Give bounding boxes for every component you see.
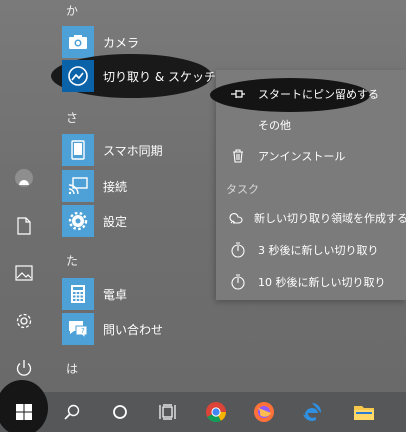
firefox-button[interactable] — [240, 392, 288, 432]
edge-icon — [303, 403, 321, 421]
start-button[interactable] — [0, 392, 48, 432]
chrome-icon — [206, 402, 227, 423]
firefox-icon — [254, 402, 274, 422]
pictures-button[interactable] — [8, 257, 40, 289]
windows-logo-icon — [16, 404, 32, 420]
trash-icon — [233, 149, 243, 163]
cortana-button[interactable] — [96, 392, 144, 432]
menu-label: 新しい切り取り領域を作成する — [254, 212, 406, 225]
file-explorer-button[interactable] — [340, 392, 388, 432]
pin-to-start-item[interactable]: スタートにピン留めする — [216, 79, 406, 109]
menu-label: 10 秒後に新しい切り取り — [258, 276, 386, 289]
search-icon — [64, 404, 80, 420]
power-icon — [16, 360, 32, 376]
avatar — [15, 169, 33, 187]
tasks-header: タスク — [226, 183, 259, 196]
pin-icon — [231, 90, 245, 98]
snip-icon — [229, 213, 243, 224]
menu-label: アンインストール — [258, 150, 346, 163]
app-camera[interactable]: カメラ — [62, 26, 232, 58]
user-account-button[interactable] — [8, 162, 40, 194]
document-icon — [17, 217, 31, 235]
menu-label: その他 — [258, 119, 291, 132]
task-view-button[interactable] — [144, 392, 192, 432]
gear-icon — [16, 313, 32, 329]
folder-icon — [354, 406, 374, 420]
settings-button[interactable] — [8, 305, 40, 337]
app-label: カメラ — [103, 35, 140, 50]
camera-tile — [62, 26, 94, 58]
picture-icon — [15, 265, 33, 281]
selection-highlight — [51, 54, 212, 98]
start-menu: か カメラ 切り取り & スケッチ さ スマホ同期 接続 設定 た 電卓 ? 問… — [0, 0, 406, 392]
documents-button[interactable] — [8, 210, 40, 242]
timer-10-icon — [231, 274, 245, 290]
snip-10s-item[interactable]: 10 秒後に新しい切り取り — [216, 267, 406, 297]
menu-label: スタートにピン留めする — [258, 88, 379, 101]
uninstall-item[interactable]: アンインストール — [216, 141, 406, 171]
chrome-button[interactable] — [192, 392, 240, 432]
menu-label: 3 秒後に新しい切り取り — [258, 244, 379, 257]
task-view-icon — [159, 404, 176, 420]
camera-icon — [69, 35, 87, 49]
more-item[interactable]: その他 — [216, 110, 406, 140]
new-snip-item[interactable]: 新しい切り取り領域を作成する — [216, 203, 406, 233]
timer-3-icon — [231, 242, 245, 258]
taskbar — [0, 392, 406, 432]
start-left-rail — [0, 0, 48, 392]
cortana-icon — [113, 405, 127, 419]
snip-3s-item[interactable]: 3 秒後に新しい切り取り — [216, 235, 406, 265]
section-letter[interactable]: か — [66, 2, 78, 19]
search-button[interactable] — [48, 392, 96, 432]
edge-button[interactable] — [288, 392, 336, 432]
